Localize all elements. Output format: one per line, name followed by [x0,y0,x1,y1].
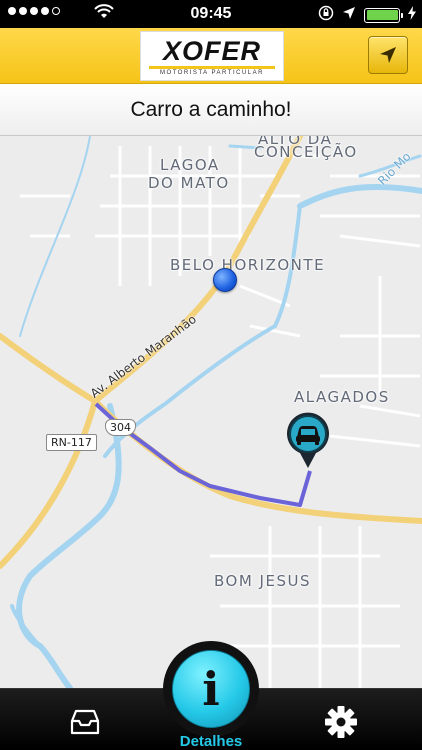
map-label-belo-horizonte: BELO HORIZONTE [170,256,326,274]
app-header: XOFER MOTORISTA PARTICULAR [0,28,422,84]
location-services-icon [342,6,356,24]
charging-icon [408,6,416,24]
details-label[interactable]: Detalhes [0,733,422,750]
road-tag-rn117: RN-117 [46,434,97,451]
details-button[interactable]: i [172,650,250,728]
map-label-alagados: ALAGADOS [294,388,390,406]
map-label-bom-jesus: BOM JESUS [214,572,311,590]
ride-status-text: Carro a caminho! [130,97,292,121]
logo-road-stripe [149,65,275,69]
ride-status-banner: Carro a caminho! [0,84,422,136]
rotation-lock-icon [318,5,334,25]
map-view[interactable]: ALTO DA CONCEIÇÃO LAGOA DO MATO BELO HOR… [0,136,422,688]
info-icon: i [202,662,220,716]
location-arrow-icon [380,47,396,63]
logo-text: XOFER [162,35,261,66]
map-label-lagoa: LAGOA [160,156,220,174]
map-label-do-mato: DO MATO [148,174,230,192]
battery-icon [364,7,403,23]
car-location-marker[interactable] [285,412,331,470]
details-button-frame: i [163,641,259,737]
xofer-logo: XOFER MOTORISTA PARTICULAR [140,31,284,81]
road-tag-br304: 304 [105,419,136,436]
map-canvas [0,136,422,688]
map-label-conceicao: CONCEIÇÃO [254,143,358,161]
status-bar: 09:45 [0,0,422,28]
user-location-marker [213,268,237,292]
locate-me-button[interactable] [368,36,408,74]
inbox-icon [70,709,100,735]
logo-subtitle: MOTORISTA PARTICULAR [160,69,264,76]
